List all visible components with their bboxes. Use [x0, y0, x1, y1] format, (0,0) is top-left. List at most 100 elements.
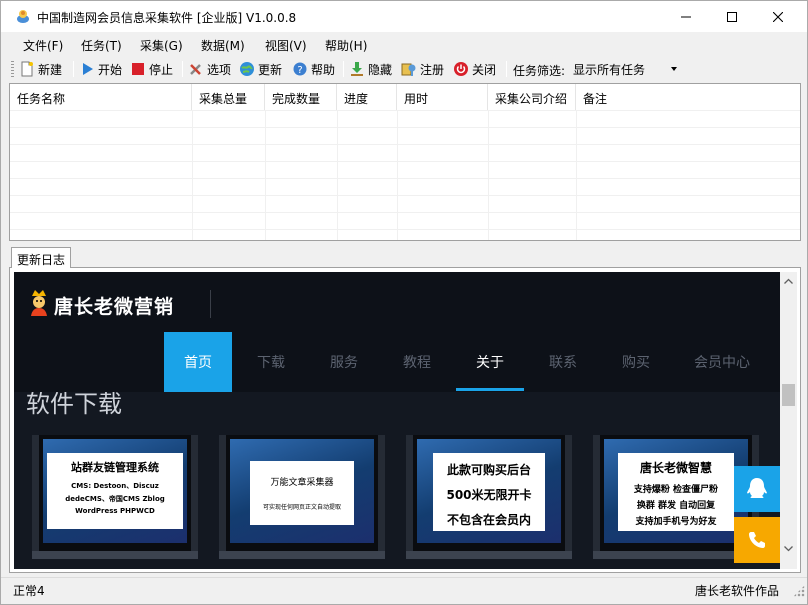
- title-bar[interactable]: 中国制造网会员信息采集软件 [企业版] V1.0.0.8: [1, 1, 807, 32]
- product-card[interactable]: 站群友链管理系统 CMS: Destoon、Discuz dedeCMS、帝国C…: [32, 435, 198, 559]
- table-gridline: [265, 110, 266, 240]
- new-file-icon: [21, 61, 33, 77]
- status-bar: 正常4 唐长老软件作品: [1, 577, 807, 599]
- minimize-button[interactable]: [663, 1, 709, 32]
- column-header-total[interactable]: 采集总量: [192, 84, 265, 110]
- product-card[interactable]: 此款可购买后台 500米无限开卡 不包含在会员内: [406, 435, 572, 559]
- app-icon: [17, 10, 29, 23]
- status-text: 正常4: [13, 584, 45, 598]
- nav-contact[interactable]: 联系: [529, 332, 597, 392]
- scroll-down-button[interactable]: [780, 540, 797, 557]
- menu-bar: 文件(F) 任务(T) 采集(G) 数据(M) 视图(V) 帮助(H): [1, 33, 807, 55]
- svg-text:?: ?: [297, 65, 302, 76]
- phone-contact-button[interactable]: [734, 517, 780, 563]
- table-row: [10, 144, 800, 145]
- nav-home[interactable]: 首页: [164, 332, 232, 392]
- new-button[interactable]: 新建: [19, 59, 62, 79]
- scroll-up-button[interactable]: [780, 272, 797, 289]
- table-gridline: [576, 110, 577, 240]
- download-arrow-icon: [351, 62, 363, 76]
- nav-download[interactable]: 下载: [237, 332, 305, 392]
- tools-icon: [190, 64, 201, 75]
- toolbar-grip[interactable]: [11, 61, 14, 77]
- table-row: [10, 161, 800, 162]
- minimize-icon: [681, 16, 691, 17]
- menu-view[interactable]: 视图(V): [265, 37, 307, 54]
- close-icon: [773, 11, 783, 22]
- chevron-down-icon: [671, 67, 677, 71]
- toolbar-separator: [73, 61, 74, 77]
- phone-icon: [749, 532, 765, 548]
- menu-data[interactable]: 数据(M): [201, 37, 245, 54]
- stop-icon: [132, 63, 144, 75]
- card-label: 此款可购买后台 500米无限开卡 不包含在会员内: [433, 453, 545, 531]
- menu-help[interactable]: 帮助(H): [325, 37, 367, 54]
- window-title: 中国制造网会员信息采集软件 [企业版] V1.0.0.8: [37, 11, 297, 25]
- task-filter-label: 任务筛选:: [513, 64, 566, 78]
- table-row: [10, 127, 800, 128]
- card-screen: 万能文章采集器 可实现任何网页正文自动提取: [226, 435, 378, 551]
- column-header-completed[interactable]: 完成数量: [265, 84, 337, 110]
- monk-logo-icon: [31, 290, 47, 316]
- nav-about[interactable]: 关于: [456, 332, 524, 392]
- tab-update-log[interactable]: 更新日志: [11, 247, 71, 268]
- task-filter-select[interactable]: 显示所有任务: [571, 59, 681, 79]
- menu-collect[interactable]: 采集(G): [140, 37, 183, 54]
- column-header-task-name[interactable]: 任务名称: [10, 84, 192, 110]
- update-button[interactable]: 更新: [239, 59, 282, 79]
- nav-purchase[interactable]: 购买: [602, 332, 670, 392]
- card-screen: 站群友链管理系统 CMS: Destoon、Discuz dedeCMS、帝国C…: [39, 435, 191, 551]
- play-icon: [83, 63, 93, 75]
- table-row: [10, 110, 800, 111]
- nav-member-center[interactable]: 会员中心: [679, 332, 765, 392]
- app-window: 中国制造网会员信息采集软件 [企业版] V1.0.0.8 文件(F) 任务(T)…: [0, 0, 808, 605]
- menu-file[interactable]: 文件(F): [23, 37, 63, 54]
- product-card[interactable]: 万能文章采集器 可实现任何网页正文自动提取: [219, 435, 385, 559]
- embedded-browser[interactable]: 唐长老微营销 首页 下载 服务 教程 关于 联系 购买 会员中心 软件下载 站群…: [14, 272, 780, 569]
- maximize-button[interactable]: [709, 1, 755, 32]
- task-filter-value: 显示所有任务: [573, 62, 646, 77]
- close-window-button[interactable]: [755, 1, 801, 32]
- nav-service[interactable]: 服务: [310, 332, 378, 392]
- start-button[interactable]: 开始: [79, 59, 122, 79]
- column-header-remark[interactable]: 备注: [576, 84, 800, 110]
- qq-contact-button[interactable]: [734, 466, 780, 512]
- nav-active-underline: [456, 388, 524, 391]
- register-key-icon: [401, 63, 416, 76]
- register-button[interactable]: 注册: [401, 59, 444, 79]
- hide-button[interactable]: 隐藏: [349, 59, 392, 79]
- help-icon: ?: [293, 62, 307, 76]
- options-button[interactable]: 选项: [188, 59, 231, 79]
- site-header: 唐长老微营销 首页 下载 服务 教程 关于 联系 购买 会员中心: [14, 272, 780, 392]
- site-logo-text[interactable]: 唐长老微营销: [54, 292, 174, 319]
- toolbar-separator: [182, 61, 183, 77]
- toolbar-separator: [343, 61, 344, 77]
- logo-divider: [210, 290, 211, 318]
- resize-grip[interactable]: [793, 585, 805, 597]
- nav-tutorial[interactable]: 教程: [383, 332, 451, 392]
- menu-task[interactable]: 任务(T): [81, 37, 122, 54]
- table-gridline: [397, 110, 398, 240]
- column-header-time[interactable]: 用时: [397, 84, 488, 110]
- task-table[interactable]: 任务名称 采集总量 完成数量 进度 用时 采集公司介绍 备注: [9, 83, 801, 241]
- table-row: [10, 229, 800, 230]
- qq-penguin-icon: [747, 478, 767, 498]
- scrollbar-thumb[interactable]: [782, 384, 795, 406]
- help-button[interactable]: ? 帮助: [292, 59, 335, 79]
- column-header-progress[interactable]: 进度: [337, 84, 397, 110]
- chevron-down-icon: [784, 545, 793, 551]
- card-screen: 此款可购买后台 500米无限开卡 不包含在会员内: [413, 435, 565, 551]
- close-button[interactable]: 关闭: [453, 59, 496, 79]
- globe-icon: [240, 62, 254, 76]
- stop-button[interactable]: 停止: [130, 59, 173, 79]
- chevron-up-icon: [784, 278, 793, 284]
- card-screen: 唐长老微智慧 支持爆粉 检查僵尸粉 换群 群发 自动回复 支持加手机号为好友: [600, 435, 752, 551]
- toolbar: 新建 开始 停止 选项 更新 ? 帮助 隐藏 注册 关闭 任务筛选: 显示所有任…: [1, 57, 807, 81]
- toolbar-separator: [506, 61, 507, 77]
- vertical-scrollbar[interactable]: [780, 272, 797, 569]
- table-row: [10, 212, 800, 213]
- table-gridline: [192, 110, 193, 240]
- column-header-company-intro[interactable]: 采集公司介绍: [488, 84, 576, 110]
- maximize-icon: [727, 11, 737, 22]
- table-gridline: [488, 110, 489, 240]
